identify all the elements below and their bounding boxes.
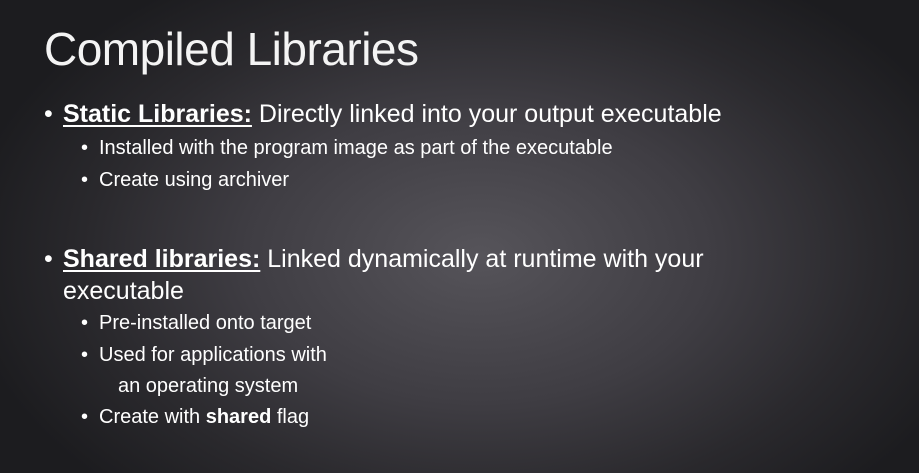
bullet-text-shared-continued: executable [63,277,184,305]
sub-bullet-used-for: • Used for applications with [81,341,327,369]
bullet-glyph: • [81,312,89,334]
sub-bullet-text: Pre-installed onto target [99,312,312,334]
bullet-key-shared: Shared libraries: [63,245,261,273]
bullet-glyph: • [44,100,53,128]
sub-bullet-create-shared: • Create with shared flag [81,403,309,431]
bullet-glyph: • [81,169,89,191]
sub-bullet-text: Installed with the program image as part… [99,137,613,159]
bullet-glyph: • [44,245,53,273]
sub-bullet-text: Used for applications with [99,344,327,366]
sub-bullet-text: Create using archiver [99,169,290,191]
bullet-shared-libraries: • Shared libraries: Linked dynamically at… [44,243,704,275]
bullet-glyph: • [81,406,89,428]
slide-title: Compiled Libraries [44,23,419,75]
slide: Compiled Libraries • Static Libraries: Di… [0,0,919,473]
sub-bullet-text-pre: Create with [99,406,201,428]
bullet-glyph: • [81,344,89,366]
sub-bullet-text-continued: an operating system [118,375,299,397]
bullet-static-libraries: • Static Libraries: Directly linked into … [44,98,722,130]
bullet-text-static: Directly linked into your output executa… [258,100,722,128]
sub-bullet-text-post: flag [276,406,310,428]
bullet-glyph: • [81,137,89,159]
sub-bullet-installed: • Installed with the program image as par… [81,134,613,162]
bullet-text-shared: Linked dynamically at runtime with your [267,245,704,273]
bullet-key-static: Static Libraries: [63,100,252,128]
sub-bullet-preinstalled: • Pre-installed onto target [81,309,311,337]
sub-bullet-archiver: • Create using archiver [81,166,289,194]
sub-bullet-text-bold: shared [205,406,272,428]
